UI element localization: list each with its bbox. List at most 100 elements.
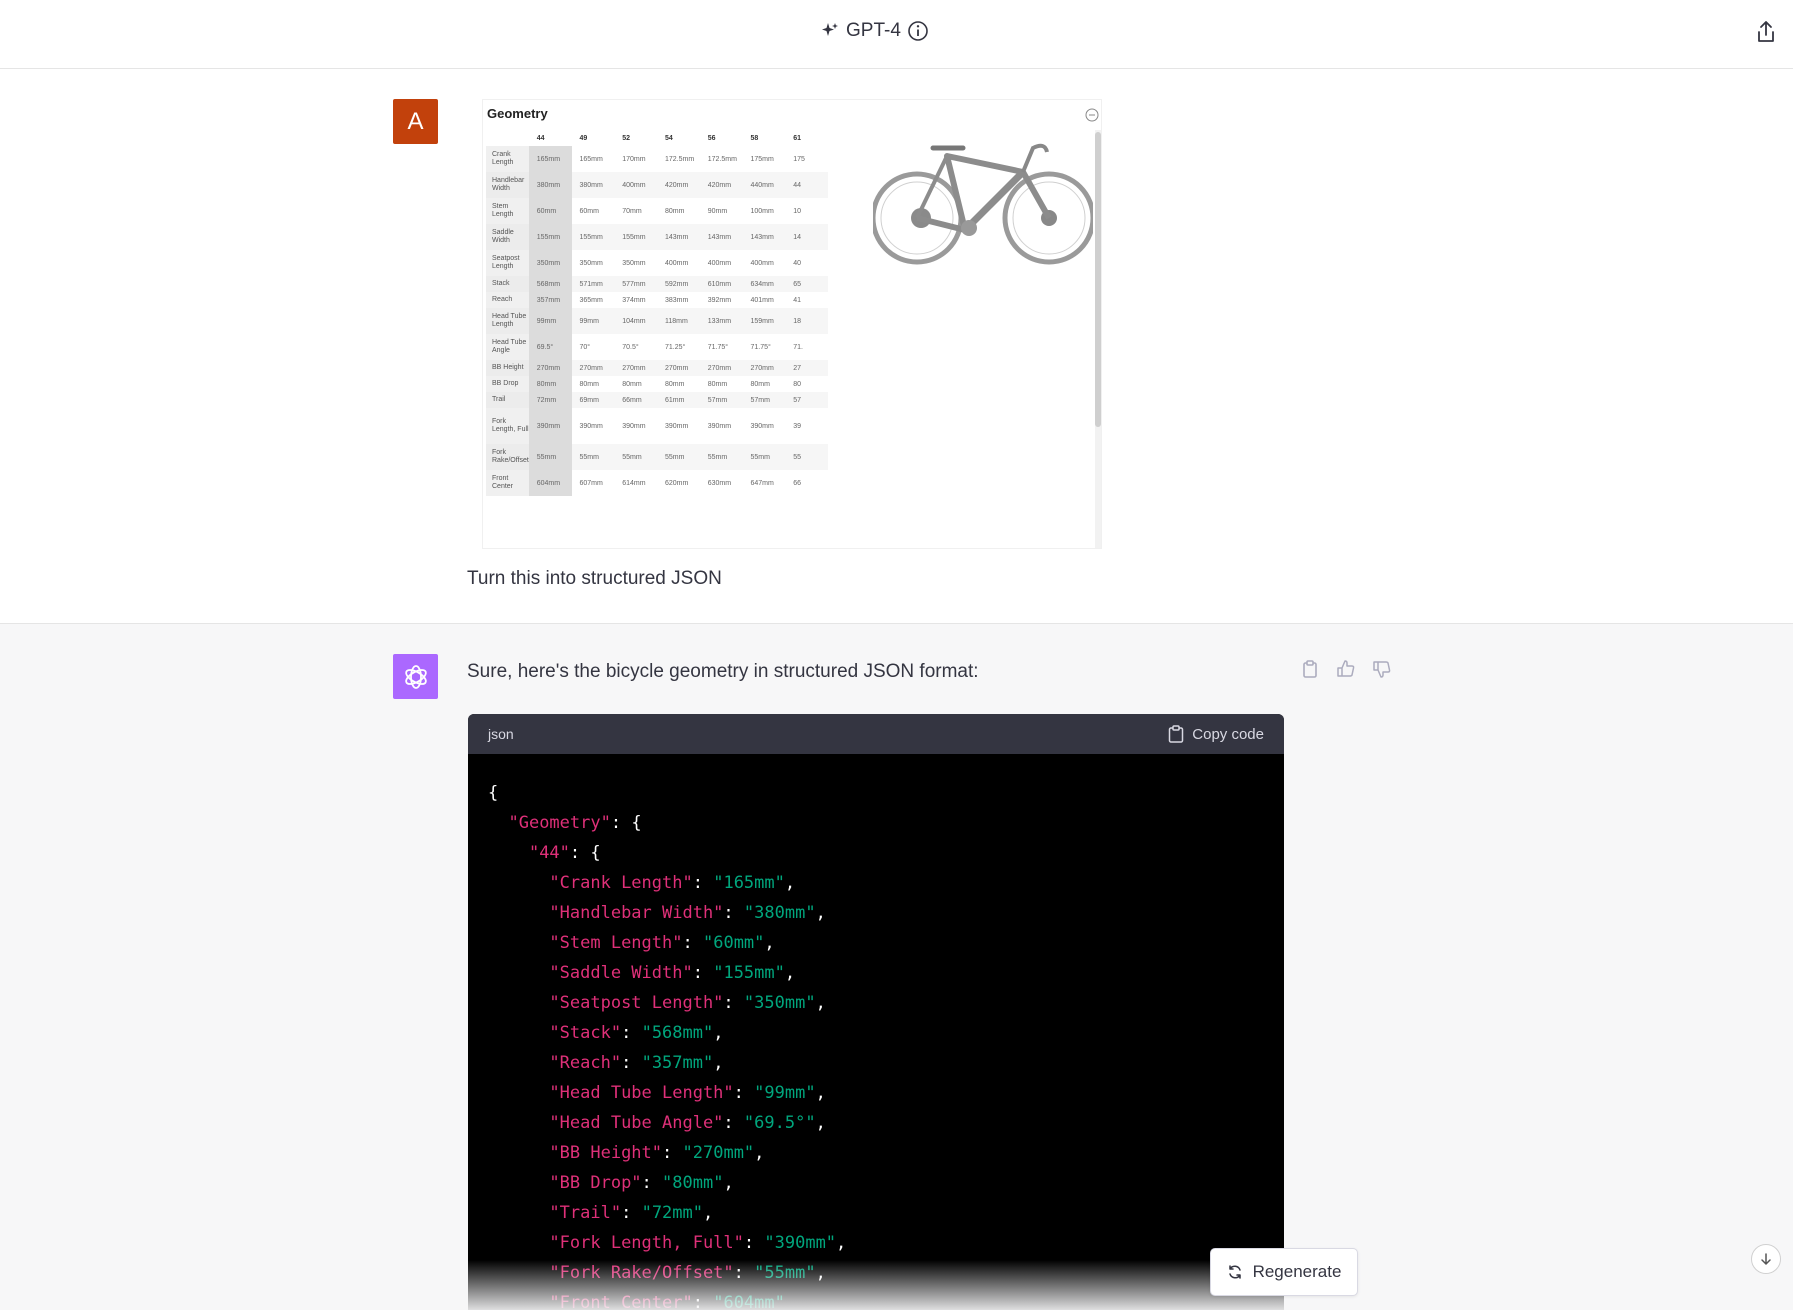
table-cell: 80mm <box>665 207 685 215</box>
code-line: "BB Height": "270mm", <box>549 1143 765 1163</box>
table-cell: 155mm <box>614 224 657 250</box>
table-cell: 55mm <box>657 444 700 470</box>
table-row: Handlebar Width 380mm 380mm 400mm 420mm 420mm… <box>486 172 828 198</box>
table-cell: 383mm <box>665 296 689 304</box>
message-actions <box>1300 659 1392 679</box>
size-header: 54 <box>665 134 673 142</box>
table-cell: 401mm <box>750 296 774 304</box>
table-cell: 365mm <box>579 296 603 304</box>
table-cell: 390mm <box>665 422 689 430</box>
table-row: Head Tube Length 99mm 99mm 104mm 118mm 133mm 1… <box>486 308 828 334</box>
table-cell: 270mm <box>528 360 572 376</box>
table-cell: 57 <box>785 392 828 408</box>
share-icon[interactable] <box>1752 18 1780 46</box>
table-cell: 70mm <box>622 207 642 215</box>
code-line: "Geometry": { <box>508 813 642 833</box>
table-cell: 400mm <box>665 259 689 267</box>
table-cell: 104mm <box>614 308 657 334</box>
size-header: 56 <box>707 134 716 142</box>
image-scrollbar-thumb[interactable] <box>1095 132 1101 427</box>
table-row: Fork Length, Full 390mm 390mm 390mm 390mm 390… <box>486 408 828 444</box>
row-label: Seatpost Length <box>486 250 529 276</box>
table-cell: 61mm <box>657 392 700 408</box>
table-cell: 634mm <box>742 276 786 292</box>
table-cell: 592mm <box>657 276 700 292</box>
size-header: 58 <box>750 134 759 142</box>
code-line: "Handlebar Width": "380mm", <box>549 903 826 923</box>
table-cell: 66 <box>793 479 802 487</box>
table-cell: 400mm <box>750 259 774 267</box>
table-cell: 55mm <box>528 444 572 470</box>
table-cell: 133mm <box>699 308 743 334</box>
table-cell: 420mm <box>699 172 743 198</box>
table-cell: 72mm <box>528 392 572 408</box>
table-row: Seatpost Length 350mm 350mm 350mm 400mm 400mm… <box>486 250 828 276</box>
table-cell: 170mm <box>622 155 646 163</box>
code-line: "Head Tube Angle": "69.5°", <box>549 1113 826 1133</box>
table-cell: 165mm <box>579 155 603 163</box>
table-cell: 66mm <box>614 392 657 408</box>
table-cell: 90mm <box>707 207 728 215</box>
row-label: Head Tube Length <box>486 308 529 334</box>
table-cell: 80mm <box>707 380 728 388</box>
table-cell: 71.75° <box>750 343 771 351</box>
table-cell: 380mm <box>571 172 615 198</box>
table-cell: 165mm <box>528 146 572 172</box>
code-content[interactable]: { "Geometry": { "44": { "Crank Length": … <box>468 754 1284 1310</box>
code-line: "Reach": "357mm", <box>549 1053 724 1073</box>
table-cell: 40 <box>793 259 802 267</box>
table-cell: 400mm <box>707 259 732 267</box>
table-row: Reach 357mm 365mm 374mm 383mm 392mm 401mm 41 <box>486 292 828 308</box>
code-line: "BB Drop": "80mm", <box>549 1173 734 1193</box>
table-cell: 172.5mm <box>665 155 695 163</box>
table-cell: 604mm <box>528 470 572 496</box>
table-cell: 143mm <box>657 224 700 250</box>
table-cell: 80mm <box>528 376 572 392</box>
code-block: json Copy code { "Geometry": { "44": { "… <box>468 714 1284 1310</box>
table-cell: 390mm <box>750 422 774 430</box>
thumbs-up-icon[interactable] <box>1336 659 1356 679</box>
row-label: Stem Length <box>486 198 529 224</box>
table-cell: 69mm <box>571 392 615 408</box>
code-language: json <box>488 726 514 742</box>
table-cell: 70° <box>579 343 591 351</box>
table-cell: 350mm <box>528 250 572 276</box>
table-row: Stem Length 60mm 60mm 70mm 80mm 90mm 100mm 10 <box>486 198 828 224</box>
model-selector[interactable]: GPT-4 <box>820 18 929 44</box>
code-line: "Seatpost Length": "350mm", <box>549 993 826 1013</box>
clipboard-icon[interactable] <box>1300 659 1320 679</box>
row-label: BB Drop <box>486 376 529 392</box>
code-line: "Trail": "72mm", <box>549 1203 714 1223</box>
row-label: Handlebar Width <box>486 172 529 198</box>
table-cell: 647mm <box>750 479 774 487</box>
table-cell: 143mm <box>742 224 786 250</box>
row-label: Stack <box>486 276 529 292</box>
code-header: json Copy code <box>468 714 1284 754</box>
table-cell: 80mm <box>622 380 642 388</box>
size-header-blank <box>486 130 529 146</box>
table-cell: 44 <box>785 172 828 198</box>
regenerate-button[interactable]: Regenerate <box>1210 1248 1358 1296</box>
scroll-to-bottom-button[interactable] <box>1751 1244 1781 1274</box>
table-cell: 18 <box>785 308 828 334</box>
table-cell: 420mm <box>657 172 700 198</box>
table-cell: 118mm <box>657 308 700 334</box>
table-cell: 60mm <box>579 207 599 215</box>
table-cell: 155mm <box>571 224 615 250</box>
thumbs-down-icon[interactable] <box>1372 659 1392 679</box>
model-name: GPT-4 <box>846 20 901 41</box>
table-cell: 143mm <box>699 224 743 250</box>
copy-code-button[interactable]: Copy code <box>1168 725 1264 743</box>
row-label: Reach <box>486 292 529 308</box>
sparkle-icon <box>822 23 838 36</box>
table-cell: 41 <box>793 296 802 304</box>
attached-image[interactable]: Geometry 44 49 52 54 56 58 61 Crank Length 165m… <box>482 99 1102 549</box>
table-cell: 100mm <box>750 207 774 215</box>
size-header: 61 <box>793 134 802 142</box>
info-icon[interactable] <box>907 20 929 42</box>
table-cell: 350mm <box>622 259 646 267</box>
table-cell: 577mm <box>614 276 657 292</box>
table-cell: 55mm <box>742 444 786 470</box>
code-line: { <box>488 783 499 803</box>
table-cell: 55mm <box>614 444 657 470</box>
